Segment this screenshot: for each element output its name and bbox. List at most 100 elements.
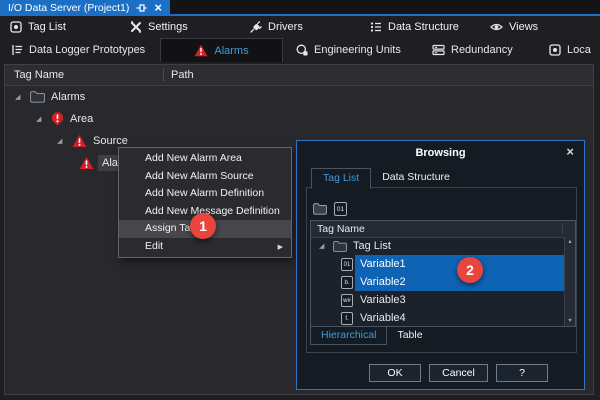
gauge-icon xyxy=(296,44,308,56)
dialog-tab-strip: Tag List Data Structure xyxy=(311,168,461,189)
tab-label: Redundancy xyxy=(451,44,513,56)
tree-node-label: Alarms xyxy=(51,91,85,103)
document-title: I/O Data Server (Project1) xyxy=(8,2,129,14)
crossed-tools-icon xyxy=(130,21,142,33)
tab-label: Settings xyxy=(148,21,188,33)
expander-icon[interactable]: ◢ xyxy=(36,115,50,123)
tag-box-icon xyxy=(549,44,561,56)
menu-item-add-new-alarm-source[interactable]: Add New Alarm Source xyxy=(119,168,291,186)
tab-tag-list[interactable]: Tag List xyxy=(0,16,120,38)
step-badge-1: 1 xyxy=(190,213,216,239)
dialog-close-icon[interactable]: × xyxy=(566,144,574,159)
tab-label: Data Logger Prototypes xyxy=(29,44,145,56)
list-row-tag-list-folder[interactable]: ◢ Tag List xyxy=(311,237,564,255)
alarm-area-icon xyxy=(51,112,64,126)
alarm-triangle-icon xyxy=(79,156,94,170)
tab-label: Data Structure xyxy=(388,21,459,33)
tab-drivers[interactable]: Drivers xyxy=(240,16,360,38)
dialog-tab-tag-list[interactable]: Tag List xyxy=(311,168,371,189)
tab-label: Views xyxy=(509,21,538,33)
expander-icon[interactable]: ◢ xyxy=(319,242,333,250)
expander-icon[interactable]: ◢ xyxy=(57,137,71,145)
tab-label: Engineering Units xyxy=(314,44,401,56)
tab-alarms-active[interactable]: Alarms xyxy=(160,38,283,62)
list-row-variable1[interactable]: 01 Variable1 xyxy=(311,255,564,273)
list-node-label: Tag List xyxy=(353,240,391,252)
document-tab[interactable]: I/O Data Server (Project1) × xyxy=(0,0,170,16)
dialog-column-tag-name: Tag Name xyxy=(317,223,365,235)
scroll-down-icon[interactable]: ▼ xyxy=(567,318,572,324)
help-button[interactable]: ? xyxy=(496,364,548,382)
scroll-up-icon[interactable]: ▲ xyxy=(567,239,572,245)
dialog-view-tab-strip: Hierarchical Table xyxy=(310,327,433,345)
variable-name: Variable4 xyxy=(355,309,564,326)
bulleted-list-icon xyxy=(370,21,382,33)
tag-type-icon: b. xyxy=(341,276,353,289)
submenu-arrow-icon: ▶ xyxy=(278,239,283,257)
tree-row-alarms[interactable]: ◢ Alarms xyxy=(5,86,593,108)
tag-type-icon[interactable]: 01 xyxy=(334,202,347,216)
tree-row-area[interactable]: ◢ Area xyxy=(5,108,593,130)
alarm-triangle-icon xyxy=(72,134,87,148)
list-icon xyxy=(11,44,23,56)
variable-name: Variable3 xyxy=(355,291,564,309)
folder-icon xyxy=(30,91,45,103)
main-tab-strip: Tag List Settings Drivers Data Structure… xyxy=(0,16,600,38)
dialog-tag-list: Tag Name ▲ ▼ ◢ Tag List 01 Variable1 xyxy=(310,220,576,327)
list-row-variable3[interactable]: w# Variable3 xyxy=(311,291,564,309)
tab-views[interactable]: Views xyxy=(480,16,600,38)
dialog-button-row: OK Cancel ? xyxy=(369,364,548,382)
dialog-toolbar: 01 xyxy=(313,202,347,216)
menu-item-edit[interactable]: Edit ▶ xyxy=(119,238,291,256)
app-window: I/O Data Server (Project1) × Tag List Se… xyxy=(0,0,600,400)
tab-label: Drivers xyxy=(268,21,303,33)
close-icon[interactable]: × xyxy=(154,1,162,15)
warning-triangle-icon xyxy=(194,44,208,57)
pin-icon[interactable] xyxy=(136,3,147,13)
sub-tab-strip: Data Logger Prototypes Alarms Engineerin… xyxy=(0,38,600,62)
dialog-title: Browsing xyxy=(297,147,584,159)
dialog-tab-data-structure[interactable]: Data Structure xyxy=(371,168,461,187)
view-tab-table[interactable]: Table xyxy=(387,327,432,344)
vertical-scrollbar[interactable]: ▲ ▼ xyxy=(564,237,575,326)
context-menu: Add New Alarm Area Add New Alarm Source … xyxy=(118,147,292,258)
tree-node-label: Source xyxy=(93,135,128,147)
tab-engineering-units[interactable]: Engineering Units xyxy=(283,38,425,62)
tab-redundancy[interactable]: Redundancy xyxy=(425,38,540,62)
view-tab-hierarchical[interactable]: Hierarchical xyxy=(310,327,387,345)
list-row-variable2[interactable]: b. Variable2 xyxy=(311,273,564,291)
eye-icon xyxy=(490,21,503,33)
browsing-dialog: Browsing × Tag List Data Structure 01 Ta… xyxy=(296,140,585,390)
title-bar: I/O Data Server (Project1) × xyxy=(0,0,600,16)
tag-box-icon xyxy=(10,21,22,33)
tab-label: Tag List xyxy=(28,21,66,33)
tab-data-logger-prototypes[interactable]: Data Logger Prototypes xyxy=(0,38,160,62)
folder-icon[interactable] xyxy=(313,203,327,215)
list-row-variable4[interactable]: f. Variable4 xyxy=(311,309,564,326)
plug-icon xyxy=(250,21,262,33)
tab-localization[interactable]: Loca xyxy=(540,38,600,62)
cancel-button[interactable]: Cancel xyxy=(429,364,488,382)
tag-type-icon: f. xyxy=(341,312,353,325)
dialog-list-header[interactable]: Tag Name xyxy=(311,221,575,238)
folder-icon xyxy=(333,241,347,252)
column-divider xyxy=(562,223,563,234)
tag-type-icon: 01 xyxy=(341,258,353,271)
tab-settings[interactable]: Settings xyxy=(120,16,240,38)
menu-item-label: Edit xyxy=(145,240,163,252)
tab-data-structure[interactable]: Data Structure xyxy=(360,16,480,38)
column-header-tag-name[interactable]: Tag Name xyxy=(5,69,163,81)
tag-type-icon: w# xyxy=(341,294,353,307)
column-header-path[interactable]: Path xyxy=(164,69,194,81)
expander-icon[interactable]: ◢ xyxy=(15,93,29,101)
menu-item-add-new-alarm-definition[interactable]: Add New Alarm Definition xyxy=(119,185,291,203)
step-badge-2: 2 xyxy=(457,257,483,283)
ok-button[interactable]: OK xyxy=(369,364,421,382)
tree-column-header: Tag Name Path xyxy=(5,65,593,86)
tab-label: Alarms xyxy=(214,45,248,57)
server-stack-icon xyxy=(432,44,445,56)
tab-label: Loca xyxy=(567,44,591,56)
dialog-list-rows: ◢ Tag List 01 Variable1 b. Variable2 w# … xyxy=(311,237,564,326)
menu-item-add-new-alarm-area[interactable]: Add New Alarm Area xyxy=(119,150,291,168)
tree-node-label: Area xyxy=(70,113,93,125)
